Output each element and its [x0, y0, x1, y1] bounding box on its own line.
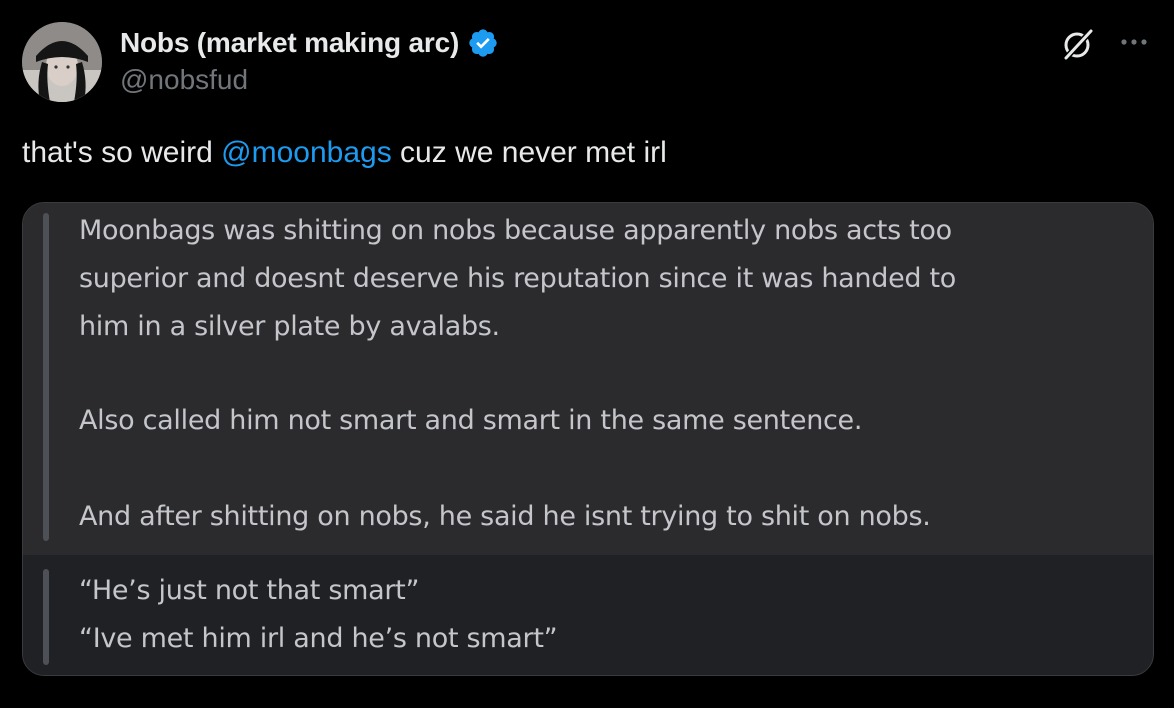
more-icon[interactable] — [1116, 34, 1152, 50]
quote-block-upper: Moonbags was shitting on nobs because ap… — [23, 203, 1153, 555]
author-handle[interactable]: @nobsfud — [120, 64, 248, 96]
quote-bar — [43, 213, 49, 541]
quote-line: Also called him not smart and smart in t… — [79, 405, 863, 436]
avatar-image — [22, 22, 102, 102]
author-display-name[interactable]: Nobs (market making arc) — [120, 27, 459, 59]
quote-block-lower: “He’s just not that smart” “Ive met him … — [23, 555, 1153, 675]
grok-icon[interactable] — [1060, 26, 1096, 62]
attached-screenshot[interactable]: Moonbags was shitting on nobs because ap… — [22, 202, 1154, 676]
author-name-row: Nobs (market making arc) — [120, 24, 499, 62]
quote-line: “Ive met him irl and he’s not smart” — [79, 623, 558, 654]
tweet-text-before: that's so weird — [22, 136, 222, 169]
quote-line: “He’s just not that smart” — [79, 575, 420, 606]
verified-badge-icon — [469, 29, 497, 57]
avatar[interactable] — [22, 22, 102, 102]
mention-link[interactable]: @moonbags — [221, 136, 392, 169]
quote-bar — [43, 569, 49, 665]
quote-line: him in a silver plate by avalabs. — [79, 311, 500, 342]
tweet-text: that's so weird @moonbags cuz we never m… — [22, 136, 667, 170]
tweet-text-after: cuz we never met irl — [391, 136, 667, 169]
quote-line: Moonbags was shitting on nobs because ap… — [79, 215, 952, 246]
quote-line: superior and doesnt deserve his reputati… — [79, 263, 957, 294]
quote-line: And after shitting on nobs, he said he i… — [79, 501, 931, 532]
